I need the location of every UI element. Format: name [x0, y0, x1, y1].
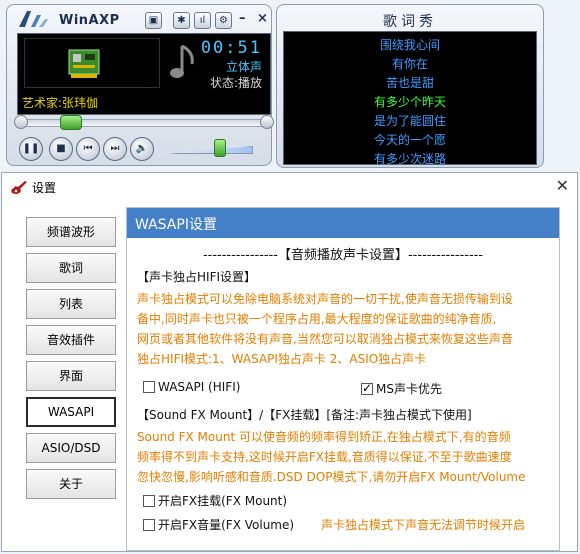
stop-icon: ■ [56, 143, 66, 154]
checkbox-box [143, 381, 155, 393]
nav-asio-dsd[interactable]: ASIO/DSD [26, 433, 116, 463]
exclusive-heading: 【声卡独占HIFI设置】 [137, 270, 257, 284]
volume-knob[interactable] [214, 139, 226, 157]
settings-title: 设置 [32, 181, 57, 195]
pause-icon: ❚❚ [22, 143, 40, 154]
player-titlebar[interactable]: WinAXP ▣ ✱ ıl ⚙ – × [13, 9, 268, 35]
nav-lyrics[interactable]: 歌词 [26, 253, 116, 283]
player-window: WinAXP ▣ ✱ ıl ⚙ – × 00:51 立体声 状态:播放 艺术家:… [6, 4, 274, 166]
seek-bar[interactable] [14, 115, 274, 130]
player-display: 00:51 立体声 状态:播放 艺术家:张玮伽 [17, 33, 271, 115]
seek-end-cap [260, 115, 274, 129]
fx-volume-note: 声卡独占模式下声音无法调节时候开启 [321, 518, 526, 532]
nav-wasapi[interactable]: WASAPI [26, 397, 116, 427]
minimode-icon[interactable]: ▣ [145, 12, 162, 29]
checkbox-box [361, 381, 373, 395]
lyrics-line: 苦也是甜 [385, 76, 434, 90]
section-title: ----------------【音频播放声卡设置】--------------… [202, 248, 484, 263]
lyrics-panel: 围绕我心间 有你在 苦也是甜 有多少个昨天 是为了能圆住 今天的一个愿 有多少次… [283, 31, 537, 166]
settings-dialog: 设置 ✕ 频谱波形 歌词 列表 音效插件 界面 WASAPI ASIO/DSD … [1, 172, 578, 552]
time-display: 00:51 [200, 38, 262, 58]
lyrics-line: 今天的一个愿 [373, 133, 446, 147]
nav-about[interactable]: 关于 [26, 469, 116, 499]
guitar-icon [11, 181, 27, 194]
volume-slider[interactable] [167, 146, 253, 154]
wasapi-hifi-checkbox[interactable]: WASAPI (HIFI) [143, 380, 240, 394]
wasapi-panel: WASAPI设置 ----------------【音频播放声卡设置】-----… [126, 207, 560, 551]
settings-icon[interactable]: ⚙ [215, 12, 232, 29]
sound-card-icon [68, 49, 100, 78]
next-icon: ⏭ [110, 143, 120, 154]
mute-button[interactable]: 🔈 [130, 137, 154, 161]
nav-effects-plugin[interactable]: 音效插件 [26, 325, 116, 355]
nav-playlist[interactable]: 列表 [26, 289, 116, 319]
lyrics-line: 有你在 [391, 57, 428, 71]
lyrics-line: 有多少次迷路 [373, 152, 446, 166]
previous-button[interactable]: ⏮ [76, 137, 100, 161]
stop-button[interactable]: ■ [49, 137, 73, 161]
equalizer-icon[interactable]: ıl [194, 12, 211, 29]
album-art [24, 38, 160, 88]
app-title: WinAXP [59, 13, 120, 28]
ms-priority-checkbox[interactable]: MS声卡优先 [361, 380, 442, 397]
checkbox-box [143, 519, 155, 531]
lyrics-line: 围绕我心间 [379, 38, 440, 52]
pause-button[interactable]: ❚❚ [19, 137, 43, 161]
lyrics-line: 是为了能圆住 [373, 114, 446, 128]
minimize-icon[interactable]: – [239, 11, 246, 26]
play-status: 状态:播放 [209, 76, 262, 90]
fx-description: Sound FX Mount 可以使音频的频率得到矫正,在独占模式下,有的音频 … [137, 430, 526, 484]
nav-spectrum[interactable]: 频谱波形 [26, 217, 116, 247]
fx-mount-checkbox[interactable]: 开启FX挂载(FX Mount) [143, 492, 287, 509]
next-button[interactable]: ⏭ [103, 137, 127, 161]
panel-title: WASAPI设置 [135, 217, 217, 233]
seek-start-cap [14, 115, 28, 129]
settings-titlebar[interactable]: 设置 ✕ [2, 173, 577, 200]
panel-header: WASAPI设置 [127, 208, 559, 238]
exclusive-description: 声卡独占模式可以免除电脑系统对声音的一切干扰,使声音无损传输到设 备中,同时声卡… [137, 292, 513, 366]
speaker-icon: 🔈 [135, 143, 149, 154]
lyrics-title: 歌词秀 [383, 14, 437, 30]
music-note-icon [170, 44, 194, 78]
seek-knob[interactable] [60, 115, 82, 130]
close-icon[interactable]: × [257, 11, 268, 26]
fx-heading: 【Sound FX Mount】/【FX挂载】[备注:声卡独占模式下使用] [137, 408, 472, 422]
nav-interface[interactable]: 界面 [26, 361, 116, 391]
lyrics-line: 有多少个昨天 [373, 95, 446, 109]
artist-info: 艺术家:张玮伽 [22, 96, 99, 110]
lyrics-window: 歌词秀 围绕我心间 有你在 苦也是甜 有多少个昨天 是为了能圆住 今天的一个愿 … [276, 4, 544, 168]
checkbox-box [143, 495, 155, 507]
fx-volume-checkbox[interactable]: 开启FX音量(FX Volume) [143, 516, 294, 533]
effects-icon[interactable]: ✱ [173, 12, 190, 29]
previous-icon: ⏮ [83, 143, 93, 154]
close-icon[interactable]: ✕ [556, 176, 569, 195]
channel-mode: 立体声 [225, 60, 262, 74]
winaxp-logo-icon [19, 11, 48, 27]
